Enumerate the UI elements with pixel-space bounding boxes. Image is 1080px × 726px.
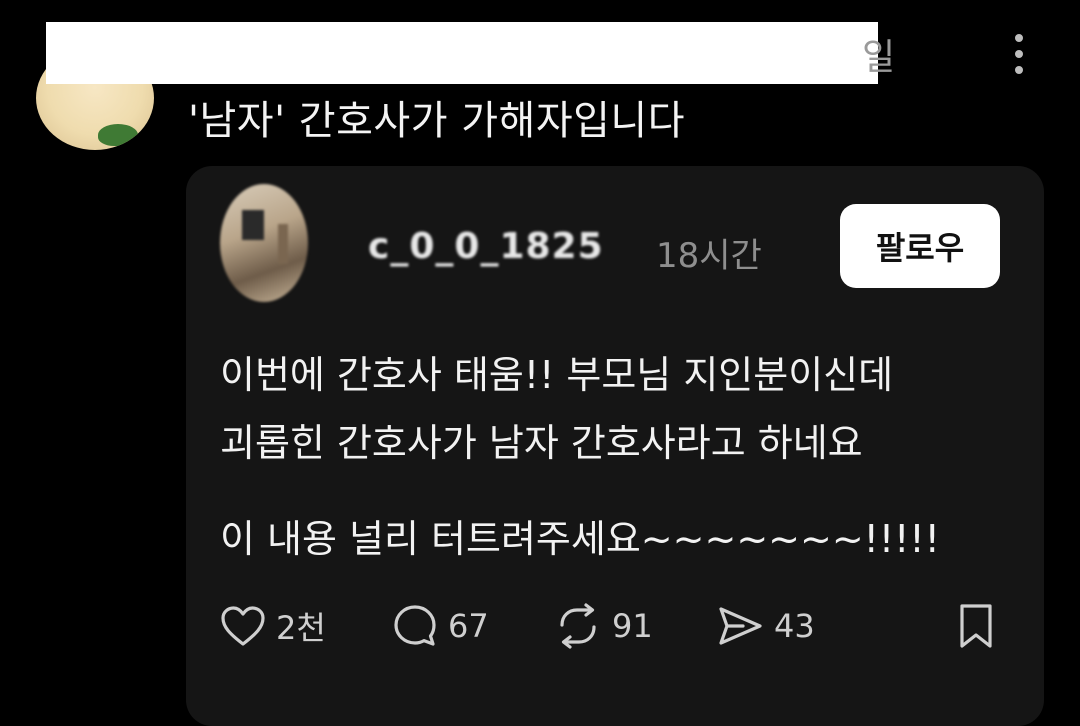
quoted-timestamp: 18시간 — [656, 236, 762, 276]
more-dot-icon — [1015, 66, 1023, 74]
heart-icon — [221, 606, 265, 646]
more-dot-icon — [1015, 50, 1023, 58]
reply-icon — [394, 605, 436, 646]
quoted-author-avatar[interactable] — [220, 184, 308, 302]
quoted-text-line: 이번에 간호사 태움!! 부모님 지인분이신데 — [220, 353, 894, 397]
repost-icon — [560, 603, 596, 649]
author-name-tail: 일 — [862, 37, 896, 78]
quoted-username[interactable]: c_0_0_1825 — [368, 226, 604, 267]
repost-button[interactable]: 91 — [554, 598, 653, 654]
post-text: '남자' 간호사가 가해자입니다 — [188, 98, 686, 144]
quoted-post-card[interactable]: c_0_0_1825 18시간 팔로우 이번에 간호사 태움!! 부모님 지인분… — [186, 166, 1044, 726]
like-count: 2천 — [276, 609, 326, 647]
send-icon — [719, 607, 762, 645]
share-count: 43 — [774, 607, 815, 645]
more-options-button[interactable] — [1004, 34, 1034, 74]
follow-button[interactable]: 팔로우 — [840, 204, 1000, 288]
quoted-text-line: 이 내용 널리 터트려주세요~~~~~~~!!!!! — [220, 517, 940, 561]
redaction-bar — [46, 22, 878, 84]
avatar-leaf-decor — [98, 124, 138, 146]
share-button[interactable]: 43 — [716, 598, 815, 654]
reply-count: 67 — [448, 607, 489, 645]
avatar-pixel-block — [242, 210, 264, 240]
quoted-text-line: 괴롭힌 간호사가 남자 간호사라고 하네요 — [220, 421, 863, 465]
bookmark-button[interactable] — [956, 598, 996, 654]
avatar-pixel-block — [278, 224, 288, 264]
action-bar: 2천 67 91 43 — [220, 598, 1010, 654]
reply-button[interactable]: 67 — [392, 598, 489, 654]
repost-count: 91 — [612, 607, 653, 645]
more-dot-icon — [1015, 34, 1023, 42]
bookmark-icon — [960, 604, 992, 648]
like-button[interactable]: 2천 — [220, 598, 326, 654]
